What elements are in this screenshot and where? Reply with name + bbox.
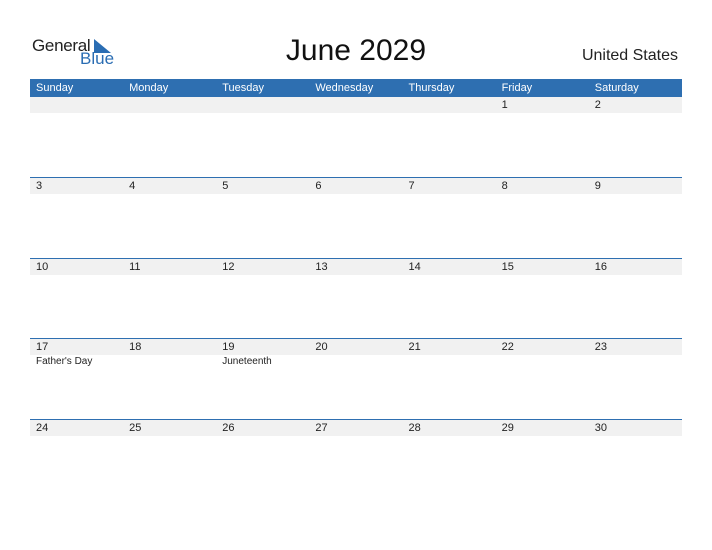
weekday-wednesday: Wednesday [315, 82, 374, 94]
weekday-header: Sunday Monday Tuesday Wednesday Thursday Frid… [30, 79, 682, 97]
day-number: 4 [129, 180, 136, 192]
day-number: 26 [222, 421, 235, 434]
day-number: 20 [315, 341, 328, 353]
day-number: 25 [129, 421, 142, 434]
day-number: 21 [408, 341, 421, 353]
weekday-saturday: Saturday [594, 82, 639, 94]
day-number: 18 [129, 341, 142, 353]
week-row: 12 [30, 97, 682, 177]
day-number: 28 [408, 421, 421, 434]
day-number [30, 97, 123, 113]
holiday-label: Father's Day [36, 356, 93, 367]
day-number: 12 [222, 260, 235, 273]
day-number-row: 10 11 12 13 14 15 16 [30, 258, 682, 275]
day-number: 29 [501, 421, 514, 434]
weekday-tuesday: Tuesday [222, 82, 265, 94]
day-number: 17 [36, 341, 49, 353]
day-number [309, 97, 402, 113]
weekday-sunday: Sunday [36, 82, 74, 94]
calendar-grid: Sunday Monday Tuesday Wednesday Thursday Frid… [30, 79, 682, 499]
weekday-thursday: Thursday [408, 82, 455, 94]
week-row: 3 4 5 6 7 8 9 [30, 177, 682, 258]
day-number-row: 12 [30, 97, 682, 113]
day-number: 24 [36, 421, 49, 434]
holiday-label [123, 355, 216, 369]
day-number: 10 [36, 260, 49, 273]
day-number: 1 [501, 99, 508, 111]
day-number-row: 17 18 19 20 21 22 23 [30, 339, 682, 355]
weekday-friday: Friday [501, 82, 533, 94]
holiday-label [589, 355, 682, 369]
day-number: 14 [408, 260, 421, 273]
country-label: United States [581, 47, 678, 64]
day-number-row: 3 4 5 6 7 8 9 [30, 178, 682, 194]
day-number: 16 [594, 260, 607, 273]
day-number: 5 [222, 180, 229, 192]
day-number [403, 97, 496, 113]
holiday-label [309, 355, 402, 369]
day-number: 9 [594, 180, 601, 192]
day-number: 15 [501, 260, 514, 273]
day-number [216, 97, 309, 113]
day-number: 19 [222, 341, 235, 353]
day-number: 8 [501, 180, 508, 192]
week-row: 24 25 26 27 28 29 30 [30, 418, 682, 500]
holiday-label [496, 355, 589, 369]
day-number: 2 [594, 99, 601, 111]
day-number: 7 [408, 180, 415, 192]
day-number: 23 [594, 341, 607, 353]
day-number: 6 [315, 180, 322, 192]
event-row: Father's Day Juneteenth [30, 355, 682, 369]
day-number: 30 [594, 421, 607, 434]
holiday-label: Juneteenth [222, 356, 272, 367]
holiday-label [403, 355, 496, 369]
day-number: 13 [315, 260, 328, 273]
day-number: 11 [129, 260, 141, 273]
week-row: 17 18 19 20 21 22 23 Father's Day Juneteenth [30, 338, 682, 419]
weekday-monday: Monday [129, 82, 169, 94]
day-number: 3 [36, 180, 43, 192]
week-row: 10 11 12 13 14 15 16 [30, 257, 682, 339]
day-number [123, 97, 216, 113]
day-number: 22 [501, 341, 514, 353]
day-number-row: 24 25 26 27 28 29 30 [30, 419, 682, 436]
day-number: 27 [315, 421, 328, 434]
